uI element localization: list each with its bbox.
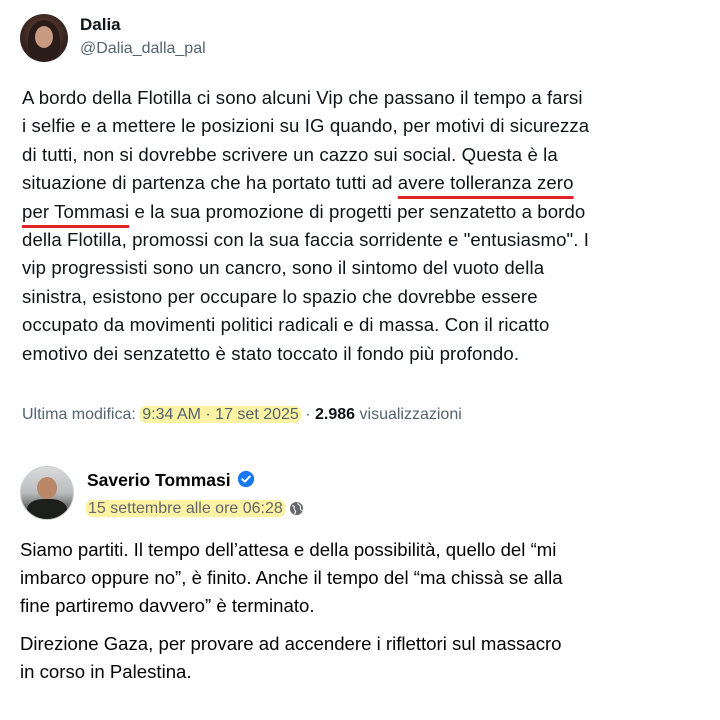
tweet-line: della Flotilla, promossi con la sua facc… (22, 229, 590, 251)
fb-author-name[interactable]: Saverio Tommasi (87, 470, 255, 491)
tweet-line: occupato da movimenti politici radicali … (22, 314, 550, 336)
views-label: visualizzazioni (355, 406, 462, 423)
avatar-head (37, 477, 57, 499)
tweet-line: A bordo della Flotilla ci sono alcuni Vi… (22, 87, 583, 108)
tweet-line: per Tommasi e la sua promozione di proge… (22, 198, 702, 226)
tweet-line: i selfie e a mettere le posizioni su IG … (22, 115, 590, 137)
tweet-line: vip progressisti sono un cancro, sono il… (22, 257, 545, 279)
fb-paragraph: Siamo partiti. Il tempo dell’attesa e de… (20, 536, 710, 620)
tweet-meta: Ultima modifica: 9:34 AM · 17 set 2025 ·… (22, 406, 462, 424)
fb-post-date: 15 settembre alle ore 06:28 (86, 500, 304, 518)
facebook-post-card: Saverio Tommasi 15 settembre alle ore 06… (0, 450, 720, 720)
fb-post-text: Siamo partiti. Il tempo dell’attesa e de… (20, 536, 710, 696)
fb-author-avatar[interactable] (20, 466, 74, 520)
fb-line: in corso in Palestina. (20, 661, 192, 682)
tweet-line: emotivo dei senzatetto è stato toccato i… (22, 342, 520, 364)
fb-line: fine partiremo davvero” è terminato. (20, 595, 315, 616)
fb-line: Direzione Gaza, per provare ad accendere… (20, 633, 562, 654)
underlined-phrase: per Tommasi (22, 200, 130, 222)
fb-line: Siamo partiti. Il tempo dell’attesa e de… (20, 539, 557, 560)
tweet-author-avatar[interactable] (20, 14, 68, 62)
tweet-line: sinistra, esistono per occupare lo spazi… (22, 285, 538, 307)
tweet-line-text: e la sua promozione di progetti per senz… (129, 200, 586, 222)
tweet-author-name[interactable]: Dalia (80, 15, 121, 35)
tweet-line: situazione di partenza che ha portato tu… (22, 169, 702, 197)
views-count: 2.986 (315, 406, 356, 423)
tweet-text: A bordo della Flotilla ci sono alcuni Vi… (22, 84, 702, 368)
tweet-timestamp[interactable]: 9:34 AM · 17 set 2025 (140, 406, 301, 423)
tweet-author-handle[interactable]: @Dalia_dalla_pal (80, 40, 206, 58)
fb-line: imbarco oppure no”, è finito. Anche il t… (20, 567, 563, 588)
fb-author-name-text: Saverio Tommasi (87, 470, 231, 490)
avatar-shirt (27, 499, 67, 519)
globe-icon (289, 501, 303, 516)
tweet-line: di tutti, non si dovrebbe scrivere un ca… (22, 143, 558, 165)
tweet-line-text: situazione di partenza che ha portato tu… (22, 172, 398, 194)
avatar-face (35, 26, 53, 48)
fb-timestamp[interactable]: 15 settembre alle ore 06:28 (86, 500, 285, 517)
underlined-phrase: avere tolleranza zero (397, 172, 574, 194)
meta-separator: · (300, 406, 316, 423)
tweet-card: Dalia @Dalia_dalla_pal A bordo della Flo… (0, 0, 720, 445)
edit-label: Ultima modifica: (22, 406, 141, 423)
fb-paragraph: Direzione Gaza, per provare ad accendere… (20, 630, 710, 686)
verified-badge-icon (237, 470, 254, 488)
